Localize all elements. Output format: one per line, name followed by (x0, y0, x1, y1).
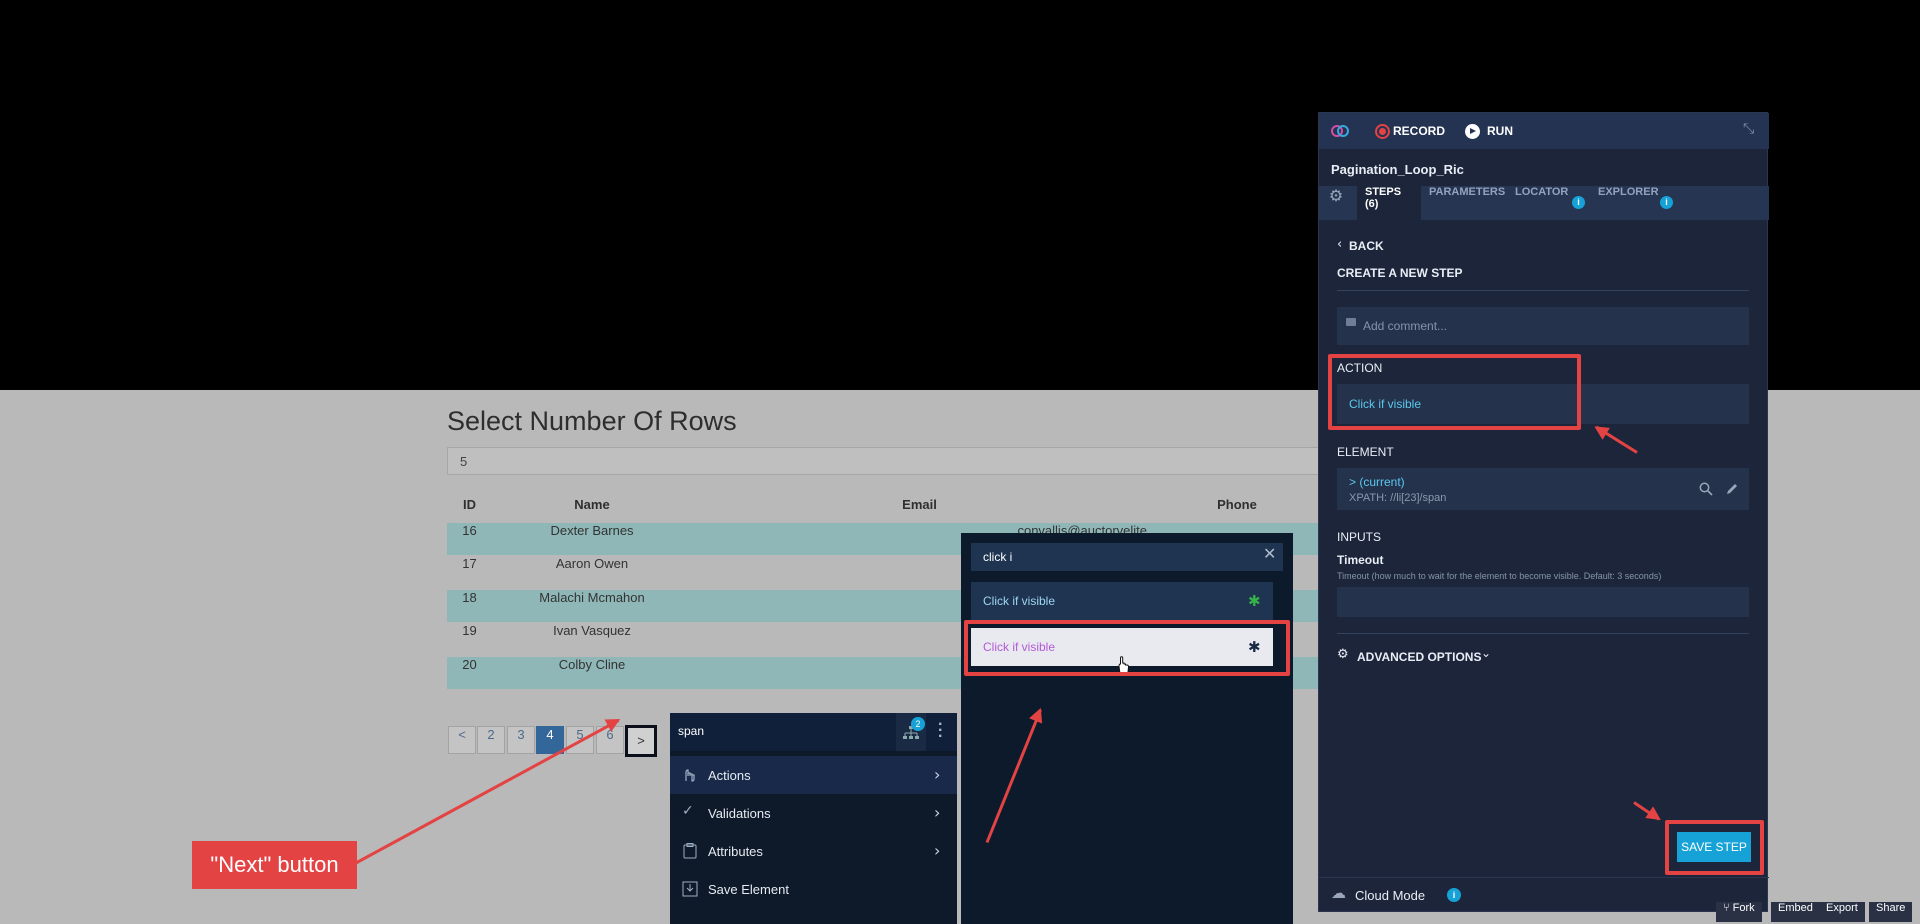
tab-locator[interactable]: LOCATOR (1507, 186, 1569, 220)
info-icon[interactable]: i (1572, 196, 1585, 209)
column-header-id: ID (463, 497, 476, 512)
column-header-name: Name (574, 497, 610, 512)
divider (1319, 877, 1769, 878)
cell-name: Malachi Mcmahon (539, 590, 645, 605)
play-icon (1465, 124, 1480, 139)
timeout-hint: Timeout (how much to wait for the elemen… (1337, 571, 1662, 581)
embed-button[interactable]: Embed (1771, 902, 1820, 922)
record-button[interactable]: RECORD (1393, 124, 1445, 138)
info-icon[interactable]: i (1447, 888, 1461, 902)
divider (1337, 290, 1749, 291)
puzzle-piece-icon: ✱ (1248, 592, 1261, 610)
menu-item-label: Attributes (708, 844, 763, 859)
cell-id: 18 (462, 590, 477, 605)
pagination-page-3[interactable]: 3 (507, 726, 535, 754)
column-header-phone: Phone (1217, 497, 1257, 512)
gear-icon: ⚙ (1337, 647, 1349, 662)
highlight-frame-save (1665, 820, 1764, 875)
timeout-input[interactable] (1337, 587, 1749, 617)
highlight-frame-option (964, 620, 1290, 676)
save-icon (682, 881, 698, 897)
pointer-icon (685, 769, 695, 782)
run-button[interactable]: RUN (1487, 124, 1513, 138)
collapse-icon[interactable]: ⤡ (1743, 121, 1754, 137)
chevron-right-icon: › (934, 841, 941, 860)
comment-input[interactable]: Add comment... (1337, 307, 1749, 345)
settings-tab[interactable]: ⚙ (1319, 186, 1353, 220)
inputs-label: INPUTS (1337, 530, 1382, 544)
comment-placeholder: Add comment... (1363, 319, 1448, 333)
pagination-next-button[interactable]: > (625, 725, 657, 757)
highlight-frame-action (1328, 354, 1581, 430)
hierarchy-button[interactable]: 2 (896, 713, 926, 751)
recorder-panel: RECORD RUN ⤡ Pagination_Loop_Ric ⚙ STEPS… (1318, 112, 1769, 912)
action-search-popup: click i ✕ Click if visible ✱ Click if vi… (961, 533, 1293, 924)
chevron-right-icon: › (934, 765, 941, 784)
more-options-icon[interactable]: · · · (938, 717, 943, 745)
rows-per-page-select[interactable]: 5 (447, 447, 1327, 475)
action-option[interactable]: Click if visible (971, 582, 1273, 620)
clipboard-icon (683, 843, 697, 859)
element-tag-label: span (678, 724, 705, 738)
column-header-email: Email (902, 497, 937, 512)
cell-name: Ivan Vasquez (553, 623, 631, 638)
cell-id: 16 (462, 523, 477, 538)
advanced-options-toggle[interactable]: ADVANCED OPTIONS (1357, 650, 1481, 664)
back-button[interactable]: BACK (1349, 239, 1384, 253)
next-button-annotation-label: "Next" button (192, 841, 357, 889)
gear-icon: ⚙ (1328, 186, 1344, 205)
cloud-mode-label: Cloud Mode (1355, 888, 1426, 903)
tab-explorer[interactable]: EXPLORER (1590, 186, 1659, 220)
menu-item-validations[interactable]: ✓ Validations › (670, 794, 957, 832)
menu-item-label: Save Element (708, 882, 789, 897)
test-name: Pagination_Loop_Ric (1331, 162, 1464, 177)
info-icon[interactable]: i (1660, 196, 1673, 209)
element-field[interactable]: > (current) XPATH: //li[23]/span (1337, 468, 1749, 510)
element-label: ELEMENT (1337, 445, 1394, 459)
panel-toolbar: RECORD RUN ⤡ (1319, 113, 1769, 149)
pagination-page-2[interactable]: 2 (477, 726, 505, 754)
fork-button[interactable]: ⑂ Fork (1716, 902, 1762, 922)
cell-name: Colby Cline (558, 657, 626, 672)
cell-name: Dexter Barnes (550, 523, 634, 538)
chevron-down-icon: ⌄ (1481, 646, 1492, 660)
share-button[interactable]: Share (1869, 902, 1913, 922)
tab-steps[interactable]: STEPS (6) (1357, 186, 1421, 220)
menu-item-label: Validations (708, 806, 771, 821)
search-icon[interactable] (1699, 482, 1713, 496)
timeout-label: Timeout (1337, 553, 1384, 567)
edit-pencil-icon[interactable] (1725, 482, 1739, 496)
menu-item-label: Actions (708, 768, 751, 783)
menu-item-save-element[interactable]: Save Element (670, 870, 957, 908)
context-menu-header: span 2 · · · (670, 713, 957, 751)
hierarchy-count-badge: 2 (911, 717, 925, 731)
chevron-right-icon: › (934, 803, 941, 822)
cell-name: Aaron Owen (555, 556, 629, 571)
action-search-input[interactable]: click i (971, 543, 1283, 571)
app-logo-icon (1331, 125, 1349, 137)
cell-id: 19 (462, 623, 477, 638)
cell-id: 17 (462, 556, 477, 571)
cell-id: 20 (462, 657, 477, 672)
element-context-menu: span 2 · · · Actions › ✓ Validations › Att… (670, 713, 957, 924)
chevron-left-icon: ‹ (1337, 237, 1343, 252)
element-current: > (current) (1349, 475, 1405, 489)
tab-parameters[interactable]: PARAMETERS (1421, 186, 1507, 220)
checkmark-icon: ✓ (682, 803, 694, 819)
create-step-heading: CREATE A NEW STEP (1337, 266, 1463, 280)
export-button[interactable]: Export (1819, 902, 1865, 922)
action-option-label: Click if visible (983, 594, 1056, 608)
fork-icon: ⑂ (1723, 902, 1733, 914)
pagination-prev[interactable]: < (448, 726, 476, 754)
divider (1337, 633, 1749, 634)
menu-item-actions[interactable]: Actions › (670, 756, 957, 794)
menu-item-attributes[interactable]: Attributes › (670, 832, 957, 870)
record-icon (1375, 124, 1390, 139)
comment-icon (1346, 318, 1356, 326)
cloud-icon: ☁ (1331, 884, 1346, 902)
page-title: Select Number Of Rows (447, 406, 737, 436)
close-icon[interactable]: ✕ (1263, 544, 1276, 563)
element-xpath: XPATH: //li[23]/span (1349, 492, 1447, 504)
panel-tabs: ⚙ STEPS (6) PARAMETERS LOCATOR i EXPLORE… (1319, 186, 1769, 220)
